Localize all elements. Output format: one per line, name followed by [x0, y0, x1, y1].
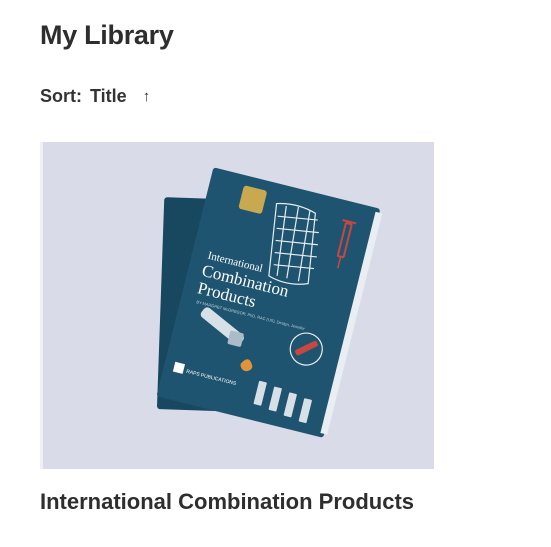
- book-cover-image[interactable]: International Combination Products BY MA…: [40, 142, 434, 469]
- book-cover-illustration: International Combination Products BY MA…: [157, 167, 383, 438]
- book-title-link[interactable]: International Combination Products: [40, 489, 414, 515]
- sort-field-selector[interactable]: Title: [90, 86, 127, 107]
- sort-label: Sort:: [40, 86, 82, 106]
- sort-direction-arrow-icon[interactable]: ↑: [143, 88, 151, 105]
- page-title: My Library: [40, 20, 174, 50]
- sort-control: Sort: Title ↑: [40, 86, 150, 107]
